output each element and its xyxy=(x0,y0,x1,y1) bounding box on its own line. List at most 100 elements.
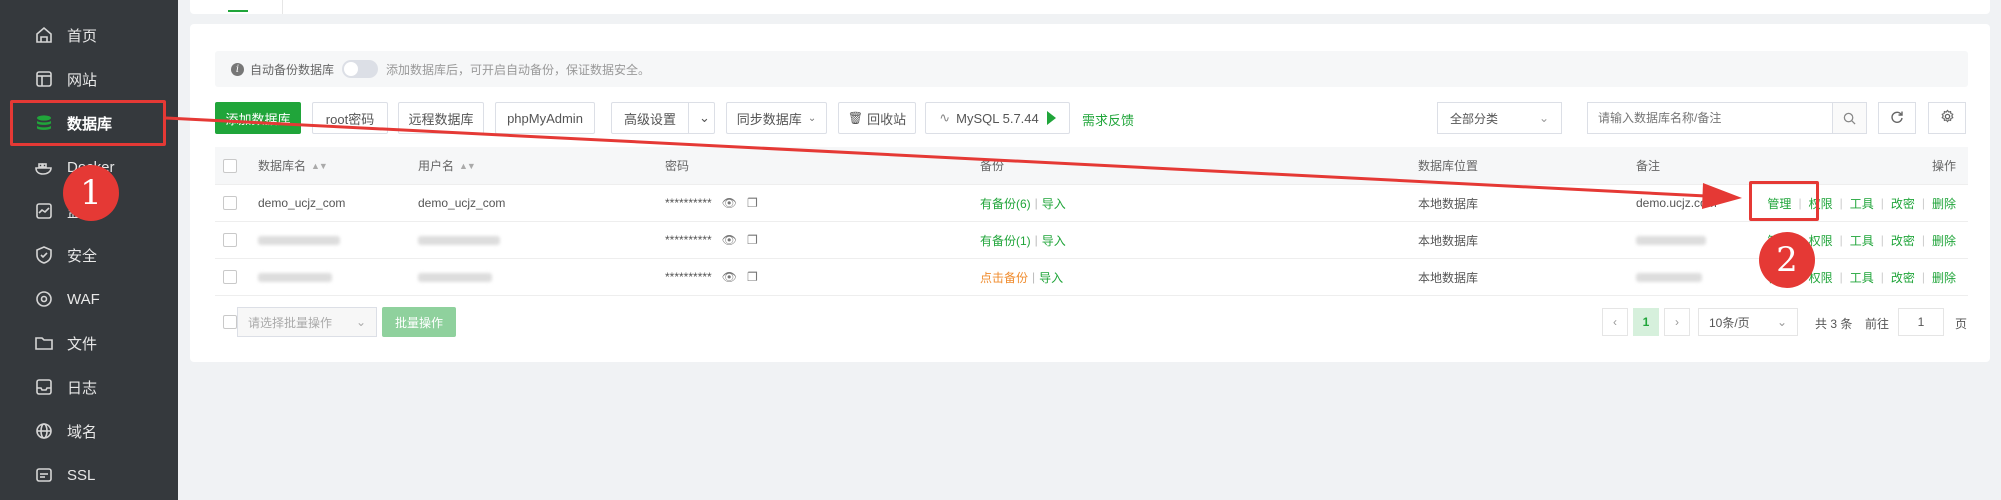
batch-operation-select[interactable]: 请选择批量操作 ⌄ xyxy=(237,307,377,337)
chevron-down-icon[interactable]: ⌄ xyxy=(688,103,720,133)
header-backup: 备份 xyxy=(980,159,1005,173)
eye-icon[interactable]: 👁 xyxy=(722,196,737,210)
sidebar-item-ssl[interactable]: SSL xyxy=(0,453,178,497)
row-checkbox[interactable] xyxy=(223,270,237,284)
table-header: 数据库名 ▲▼ 用户名 ▲▼ 密码 备份 数据库位置 备注 操作 xyxy=(215,147,1968,185)
category-select[interactable]: 全部分类 ⌄ xyxy=(1437,102,1562,134)
divider: | xyxy=(1034,196,1038,210)
header-location: 数据库位置 xyxy=(1418,159,1479,173)
trash-icon: 🗑 xyxy=(847,111,864,125)
sidebar-item-label: WAF xyxy=(67,290,100,308)
delete-link[interactable]: 删除 xyxy=(1932,269,1956,286)
row-checkbox[interactable] xyxy=(223,196,237,210)
header-user[interactable]: 用户名 ▲▼ xyxy=(418,147,476,184)
delete-link[interactable]: 删除 xyxy=(1932,232,1956,249)
play-icon xyxy=(1046,111,1056,125)
sidebar-item-website[interactable]: 网站 xyxy=(0,57,178,101)
select-all-checkbox[interactable] xyxy=(223,158,237,173)
permission-link[interactable]: 权限 xyxy=(1809,232,1833,249)
shield-icon xyxy=(33,244,55,266)
phpmyadmin-button[interactable]: phpMyAdmin xyxy=(495,102,595,134)
page-size-value: 10条/页 xyxy=(1709,315,1750,330)
prev-page-button[interactable]: ‹ xyxy=(1602,308,1628,336)
auto-backup-label: 自动备份数据库 xyxy=(250,62,335,77)
sync-database-button[interactable]: 同步数据库 ⌄ xyxy=(726,102,827,134)
backup-link[interactable]: 有备份(1) xyxy=(980,232,1031,249)
page-suffix: 页 xyxy=(1955,317,1968,331)
footer-select-all-checkbox[interactable] xyxy=(223,315,237,329)
refresh-icon xyxy=(1890,110,1904,127)
copy-icon[interactable]: ❐ xyxy=(747,270,758,284)
annotation-step-1: 1 xyxy=(63,165,119,221)
search-icon[interactable] xyxy=(1832,103,1866,133)
sidebar-item-files[interactable]: 文件 xyxy=(0,321,178,365)
chevron-down-icon: ⌄ xyxy=(355,315,366,329)
feedback-link[interactable]: 需求反馈 xyxy=(1082,110,1134,129)
table-row: demo_ucjz_com demo_ucjz_com ********** 👁… xyxy=(215,185,1968,222)
root-password-button[interactable]: root密码 xyxy=(312,102,388,134)
sidebar-item-home[interactable]: 首页 xyxy=(0,13,178,57)
tools-link[interactable]: 工具 xyxy=(1850,232,1874,249)
backup-link[interactable]: 点击备份 xyxy=(980,269,1028,286)
refresh-button[interactable] xyxy=(1878,102,1916,134)
search-input[interactable] xyxy=(1588,103,1832,133)
eye-icon[interactable]: 👁 xyxy=(722,270,737,284)
remote-database-button[interactable]: 远程数据库 xyxy=(398,102,484,134)
settings-button[interactable] xyxy=(1928,102,1966,134)
db-password: ********** xyxy=(665,270,712,284)
db-remark[interactable]: demo.ucjz.com xyxy=(1636,185,1717,221)
table-footer: 请选择批量操作 ⌄ 批量操作 ‹ 1 › 10条/页 ⌄ 共 3 条 前往 1 … xyxy=(215,307,1968,339)
change-password-link[interactable]: 改密 xyxy=(1891,269,1915,286)
header-password: 密码 xyxy=(665,159,690,173)
chevron-down-icon: ⌄ xyxy=(807,112,817,124)
sidebar: 首页 网站 数据库 Docker 监控 安全 WAF 文件 日志 域名 SSL xyxy=(0,0,178,500)
page-jump-input[interactable]: 1 xyxy=(1898,308,1944,336)
eye-icon[interactable]: 👁 xyxy=(722,233,737,247)
db-password: ********** xyxy=(665,233,712,247)
add-database-button[interactable]: 添加数据库 xyxy=(215,102,301,134)
copy-icon[interactable]: ❐ xyxy=(747,196,758,210)
import-link[interactable]: 导入 xyxy=(1042,195,1066,212)
annotation-highlight-manage xyxy=(1749,181,1819,221)
copy-icon[interactable]: ❐ xyxy=(747,233,758,247)
recycle-bin-button[interactable]: 🗑 回收站 xyxy=(838,102,916,134)
globe-icon xyxy=(33,420,55,442)
sidebar-item-logs[interactable]: 日志 xyxy=(0,365,178,409)
change-password-link[interactable]: 改密 xyxy=(1891,232,1915,249)
delete-link[interactable]: 删除 xyxy=(1932,195,1956,212)
sidebar-item-label: 首页 xyxy=(67,27,98,45)
next-page-button[interactable]: › xyxy=(1664,308,1690,336)
sidebar-item-waf[interactable]: WAF xyxy=(0,277,178,321)
page-size-select[interactable]: 10条/页 ⌄ xyxy=(1698,308,1798,336)
advanced-settings-button[interactable]: 高级设置 ⌄ xyxy=(611,102,715,134)
category-select-value: 全部分类 xyxy=(1450,111,1499,126)
sidebar-item-security[interactable]: 安全 xyxy=(0,233,178,277)
blurred-db-remark xyxy=(1636,235,1706,245)
change-password-link[interactable]: 改密 xyxy=(1891,195,1915,212)
sidebar-item-label: 域名 xyxy=(67,423,98,441)
page-current[interactable]: 1 xyxy=(1633,308,1659,336)
batch-operation-button[interactable]: 批量操作 xyxy=(382,307,456,337)
annotation-step-2: 2 xyxy=(1759,232,1815,288)
goto-label: 前往 xyxy=(1865,317,1890,331)
advanced-settings-label: 高级设置 xyxy=(624,111,677,127)
import-link[interactable]: 导入 xyxy=(1039,269,1063,286)
sidebar-item-domain[interactable]: 域名 xyxy=(0,409,178,453)
auto-backup-notice: i 自动备份数据库 添加数据库后，可开启自动备份，保证数据安全。 xyxy=(215,51,1968,87)
tools-link[interactable]: 工具 xyxy=(1850,195,1874,212)
folder-icon xyxy=(33,332,55,354)
annotation-highlight-database xyxy=(10,100,166,146)
import-link[interactable]: 导入 xyxy=(1042,232,1066,249)
mysql-dolphin-icon: ∿ xyxy=(939,110,951,125)
home-icon xyxy=(33,24,55,46)
sidebar-item-label: 安全 xyxy=(67,247,98,265)
backup-link[interactable]: 有备份(6) xyxy=(980,195,1031,212)
auto-backup-toggle[interactable] xyxy=(342,60,379,78)
tools-link[interactable]: 工具 xyxy=(1850,269,1874,286)
mysql-version-button[interactable]: ∿ MySQL 5.7.44 xyxy=(925,102,1070,134)
row-checkbox[interactable] xyxy=(223,233,237,247)
header-name[interactable]: 数据库名 ▲▼ xyxy=(258,147,328,184)
sort-icon: ▲▼ xyxy=(311,160,328,171)
sidebar-item-label: 日志 xyxy=(67,379,98,397)
header-remark: 备注 xyxy=(1636,159,1661,173)
